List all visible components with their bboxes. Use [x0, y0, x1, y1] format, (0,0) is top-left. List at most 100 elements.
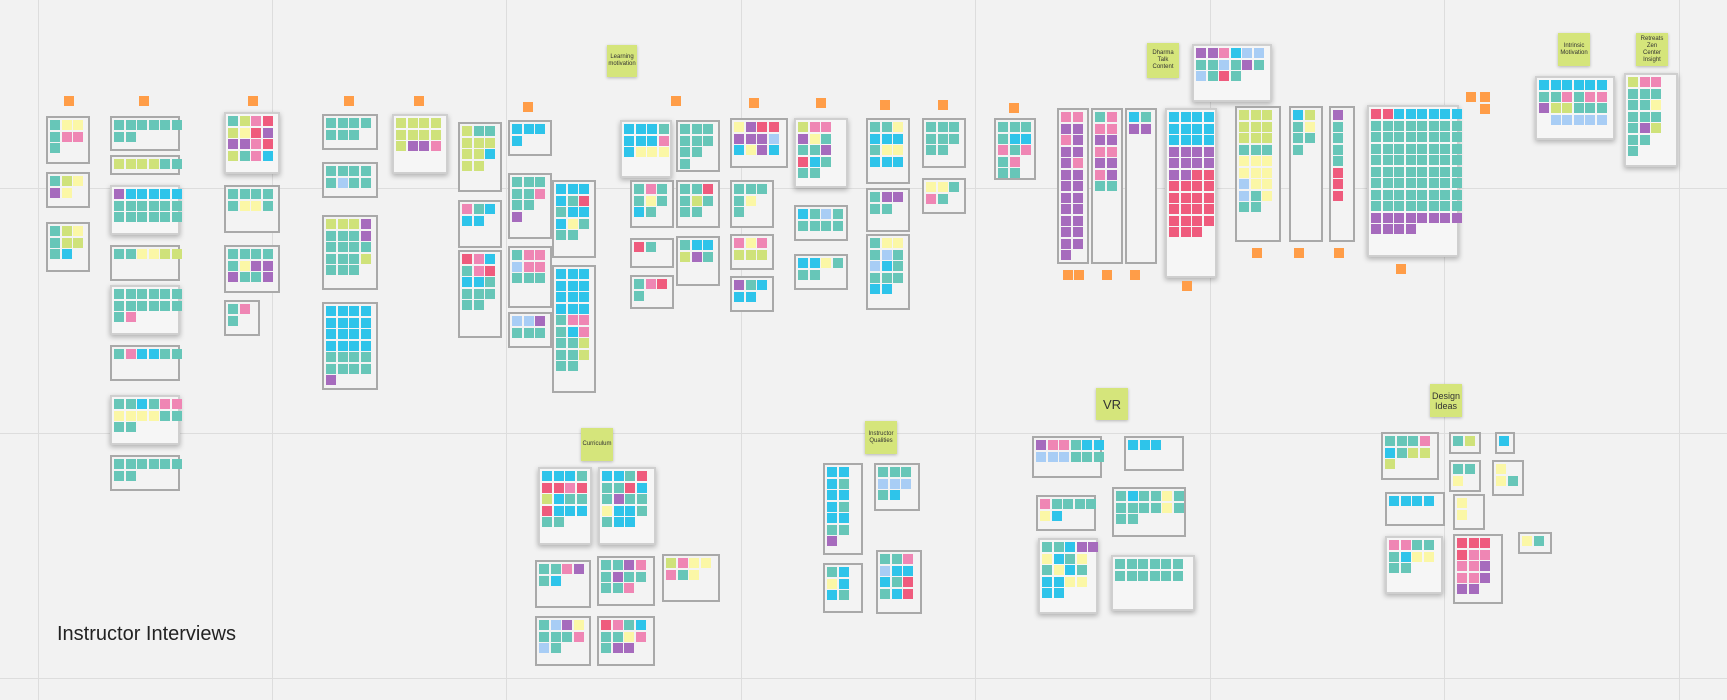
sticky-note[interactable] — [624, 631, 634, 642]
sticky-note[interactable] — [360, 177, 371, 188]
sticky-note[interactable] — [691, 135, 702, 146]
sticky-note[interactable] — [889, 490, 900, 500]
sticky-note[interactable] — [1539, 103, 1549, 113]
sticky-note[interactable] — [1304, 121, 1315, 132]
sticky-note[interactable] — [539, 643, 549, 653]
sticky-note[interactable] — [251, 249, 261, 259]
sticky-note[interactable] — [228, 150, 238, 161]
sticky-note[interactable] — [137, 349, 147, 359]
sticky-note[interactable] — [239, 116, 250, 126]
sticky-note[interactable] — [1440, 132, 1450, 142]
sticky-note[interactable] — [1065, 553, 1075, 564]
sticky-note[interactable] — [542, 471, 552, 481]
sticky-note[interactable] — [1169, 158, 1179, 168]
sticky-note[interactable] — [1128, 440, 1138, 450]
sticky-note[interactable] — [50, 249, 60, 259]
priority-tag[interactable] — [671, 96, 681, 106]
sticky-note[interactable] — [926, 133, 936, 144]
sticky-note[interactable] — [1382, 155, 1393, 165]
sticky-note[interactable] — [148, 300, 159, 311]
sticky-note[interactable] — [360, 242, 371, 252]
sticky-note[interactable] — [73, 237, 83, 248]
sticky-note[interactable] — [1382, 120, 1393, 131]
sticky-note[interactable] — [1207, 48, 1218, 58]
sticky-note[interactable] — [239, 260, 250, 271]
sticky-note[interactable] — [1009, 122, 1020, 132]
sticky-note[interactable] — [1585, 91, 1595, 102]
sticky-note[interactable] — [228, 272, 238, 282]
sticky-note[interactable] — [1451, 143, 1462, 154]
sticky-note[interactable] — [1127, 491, 1138, 501]
sticky-note[interactable] — [1042, 588, 1052, 598]
sticky-note[interactable] — [838, 578, 849, 589]
sticky-note[interactable] — [870, 122, 880, 132]
sticky-note[interactable] — [262, 116, 273, 126]
sticky-note[interactable] — [573, 620, 584, 630]
sticky-note[interactable] — [937, 193, 948, 204]
sticky-note[interactable] — [1451, 178, 1462, 188]
sticky-note[interactable] — [891, 577, 902, 587]
sticky-note[interactable] — [148, 410, 159, 421]
sticky-note[interactable] — [473, 126, 484, 136]
sticky-note[interactable] — [262, 200, 273, 211]
sticky-note[interactable] — [148, 289, 159, 299]
sticky-note[interactable] — [349, 265, 359, 275]
sticky-note[interactable] — [1180, 227, 1191, 237]
sticky-note[interactable] — [624, 571, 634, 582]
sticky-note[interactable] — [1382, 109, 1393, 119]
sticky-note[interactable] — [1371, 132, 1381, 142]
sticky-note[interactable] — [1072, 169, 1083, 180]
sticky-note[interactable] — [1051, 499, 1062, 509]
sticky-note[interactable] — [827, 536, 837, 546]
sticky-note[interactable] — [567, 338, 578, 348]
sticky-note[interactable] — [1394, 166, 1404, 177]
sticky-note[interactable] — [798, 209, 808, 219]
sticky-note[interactable] — [1196, 71, 1206, 81]
sticky-note[interactable] — [1400, 540, 1411, 550]
sticky-note[interactable] — [1394, 178, 1404, 188]
sticky-note[interactable] — [768, 145, 779, 155]
sticky-note[interactable] — [1573, 80, 1584, 90]
sticky-note[interactable] — [556, 230, 566, 240]
sticky-note[interactable] — [1053, 542, 1064, 552]
sticky-note[interactable] — [1169, 169, 1179, 180]
sticky-note[interactable] — [430, 129, 441, 140]
sticky-note[interactable] — [171, 349, 182, 359]
sticky-note[interactable] — [1394, 143, 1404, 154]
sticky-note[interactable] — [73, 176, 83, 186]
sticky-note[interactable] — [1192, 158, 1202, 168]
sticky-note[interactable] — [1417, 132, 1427, 142]
sticky-note[interactable] — [601, 583, 611, 593]
sticky-note[interactable] — [567, 361, 578, 371]
sticky-note[interactable] — [1095, 135, 1105, 145]
sticky-note[interactable] — [1333, 190, 1343, 201]
sticky-note[interactable] — [137, 300, 147, 311]
sticky-note[interactable] — [881, 203, 892, 214]
sticky-note[interactable] — [1072, 227, 1083, 237]
sticky-note[interactable] — [579, 184, 589, 194]
sticky-note[interactable] — [691, 195, 702, 206]
sticky-note[interactable] — [1115, 570, 1125, 581]
sticky-note[interactable] — [125, 422, 136, 432]
sticky-note[interactable] — [634, 184, 644, 194]
sticky-note[interactable] — [73, 120, 83, 130]
sticky-note[interactable] — [160, 459, 170, 469]
sticky-note[interactable] — [556, 184, 566, 194]
sticky-note[interactable] — [419, 118, 429, 128]
sticky-note[interactable] — [171, 200, 182, 211]
sticky-note[interactable] — [1464, 464, 1475, 474]
sticky-note[interactable] — [1394, 109, 1404, 119]
sticky-note[interactable] — [1639, 134, 1650, 145]
sticky-note[interactable] — [1082, 451, 1092, 462]
sticky-note[interactable] — [624, 620, 634, 630]
sticky-note[interactable] — [870, 249, 880, 260]
sticky-note[interactable] — [73, 226, 83, 236]
sticky-note[interactable] — [1451, 212, 1462, 223]
sticky-note[interactable] — [734, 249, 744, 260]
sticky-note[interactable] — [1242, 48, 1252, 58]
sticky-note[interactable] — [148, 459, 159, 469]
sticky-note[interactable] — [881, 284, 892, 294]
sticky-note[interactable] — [1172, 559, 1183, 569]
sticky-note[interactable] — [50, 120, 60, 130]
sticky-note[interactable] — [114, 200, 124, 211]
